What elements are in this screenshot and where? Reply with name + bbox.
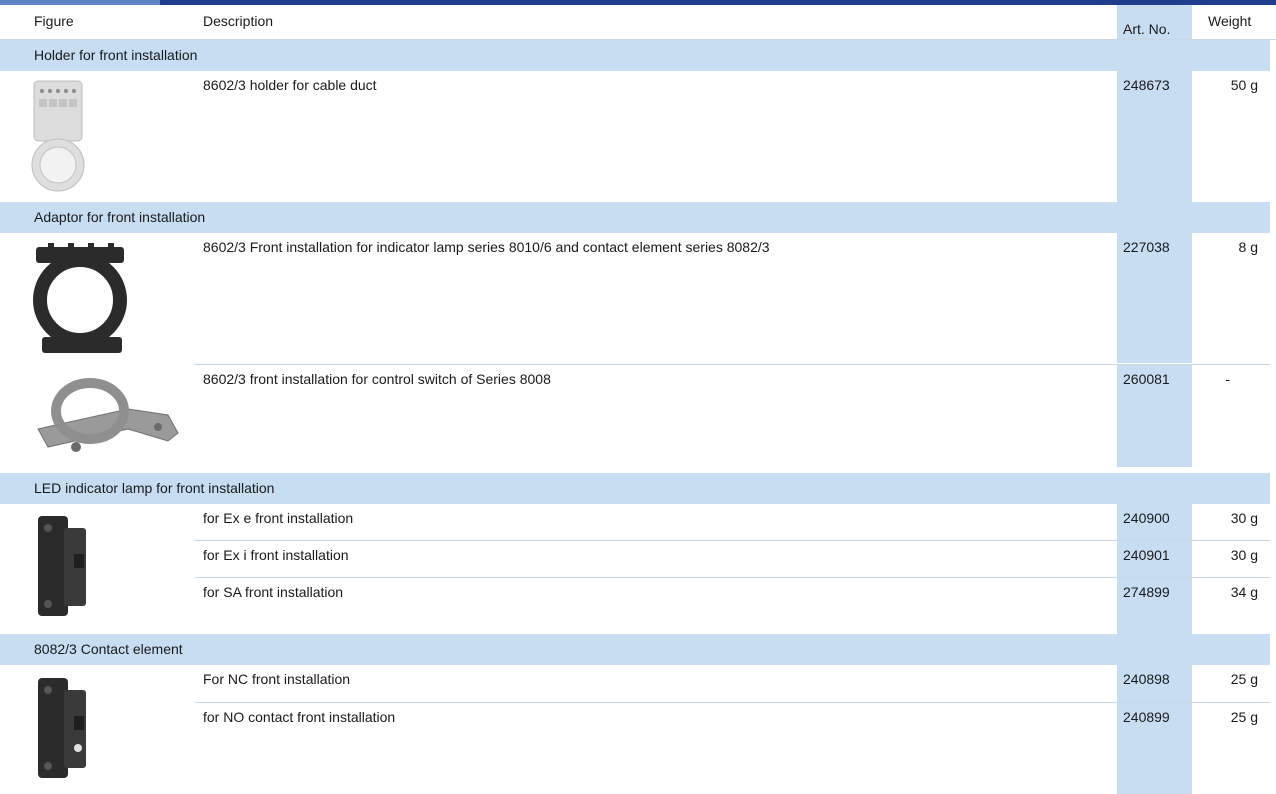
item-description: for Ex i front installation [203, 547, 349, 563]
section-title: 8082/3 Contact element [34, 641, 183, 657]
table-header: Figure Description Art. No. Weight [0, 5, 1276, 40]
header-weight: Weight [1208, 13, 1252, 29]
item-description: 8602/3 Front installation for indicator … [203, 239, 770, 255]
item-art-no: 248673 [1123, 77, 1170, 93]
header-art-no: Art. No. [1117, 5, 1192, 39]
holder-image [30, 79, 86, 200]
section-title: Adaptor for front installation [34, 209, 206, 225]
item-art-no: 227038 [1123, 239, 1170, 255]
item-weight: 25 g [1230, 671, 1258, 687]
item-art-no: 240901 [1123, 547, 1170, 563]
table-row: 8602/3 holder for cable duct 248673 50 g [0, 71, 1276, 202]
item-weight: 8 g [1238, 239, 1258, 255]
header-figure: Figure [34, 13, 74, 29]
table-row: for Ex i front installation 240901 30 g [0, 541, 1276, 577]
table-row: 8602/3 front installation for control sw… [0, 365, 1276, 467]
item-description: for Ex e front installation [203, 510, 354, 526]
item-description: 8602/3 front installation for control sw… [203, 371, 551, 387]
table-row: 8602/3 Front installation for indicator … [0, 233, 1276, 363]
section-title: Holder for front installation [34, 47, 198, 63]
item-description: for SA front installation [203, 584, 344, 600]
item-weight: - [1225, 371, 1230, 387]
item-weight: 25 g [1230, 709, 1258, 725]
item-weight: 30 g [1230, 510, 1258, 526]
item-weight: 50 g [1230, 77, 1258, 93]
item-weight: 34 g [1230, 584, 1258, 600]
table-row: For NC front installation 240898 25 g [0, 665, 1276, 702]
table-row: for NO contact front installation 240899… [0, 703, 1276, 794]
header-description: Description [203, 13, 274, 29]
section-adaptor: Adaptor for front installation [0, 202, 1270, 233]
bracket-image [28, 371, 188, 466]
item-description: For NC front installation [203, 671, 351, 687]
item-art-no: 274899 [1123, 584, 1170, 600]
item-weight: 30 g [1230, 547, 1258, 563]
item-art-no: 240900 [1123, 510, 1170, 526]
item-art-no: 240899 [1123, 709, 1170, 725]
item-description: 8602/3 holder for cable duct [203, 77, 377, 93]
section-led-lamp: LED indicator lamp for front installatio… [0, 473, 1270, 504]
table-row: for SA front installation 274899 34 g [0, 578, 1276, 634]
adaptor-image [30, 241, 130, 362]
table-row: for Ex e front installation 240900 30 g [0, 504, 1276, 540]
item-description: for NO contact front installation [203, 709, 396, 725]
section-title: LED indicator lamp for front installatio… [34, 480, 275, 496]
section-holder: Holder for front installation [0, 40, 1270, 71]
section-contact-element: 8082/3 Contact element [0, 634, 1270, 665]
item-art-no: 260081 [1123, 371, 1170, 387]
item-art-no: 240898 [1123, 671, 1170, 687]
